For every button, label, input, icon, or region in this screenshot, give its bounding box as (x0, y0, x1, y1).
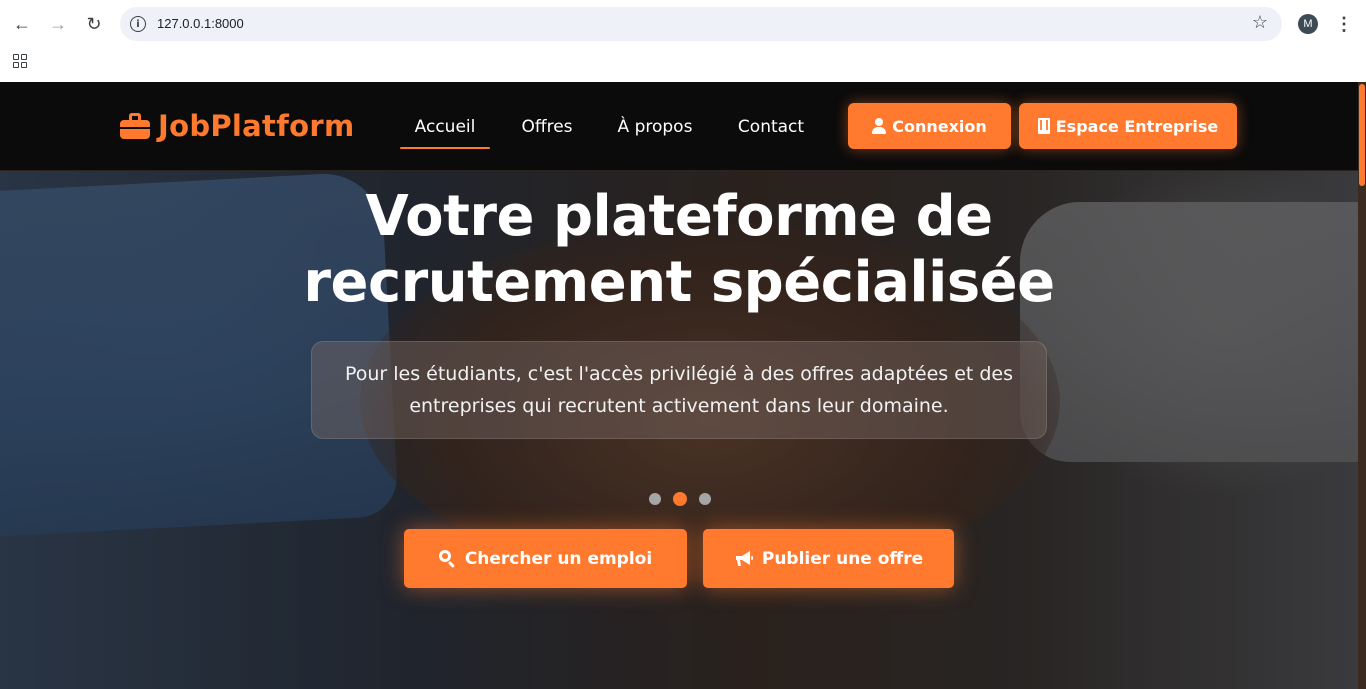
carousel-dot-3[interactable] (699, 493, 711, 505)
scrollbar-thumb[interactable] (1359, 84, 1365, 186)
url-text[interactable]: 127.0.0.1:8000 (157, 16, 244, 31)
address-bar[interactable]: i 127.0.0.1:8000 ☆ (120, 7, 1282, 41)
company-space-button-label: Espace Entreprise (1055, 116, 1219, 136)
hero-subtitle-box: Pour les étudiants, c'est l'accès privil… (311, 341, 1047, 439)
company-space-button[interactable]: Espace Entreprise (1019, 103, 1237, 149)
nav-links: Accueil Offres À propos Contact (400, 82, 836, 171)
site-info-icon[interactable]: i (130, 16, 146, 32)
reload-icon[interactable]: ↻ (82, 12, 106, 36)
site-navbar: JobPlatform Accueil Offres À propos Cont… (0, 82, 1358, 171)
kebab-menu-icon[interactable]: ⋮ (1334, 12, 1354, 36)
hero-title: Votre plateforme de recrutement spéciali… (200, 184, 1158, 316)
hero-subtitle-line2: entreprises qui recrutent activement dan… (409, 395, 949, 417)
search-icon (438, 549, 457, 568)
forward-icon[interactable]: → (46, 12, 70, 36)
profile-avatar[interactable]: M (1298, 14, 1318, 34)
nav-link-offres[interactable]: Offres (490, 82, 604, 171)
page-scrollbar[interactable] (1358, 82, 1366, 689)
login-button[interactable]: Connexion (848, 103, 1011, 149)
apps-grid-icon[interactable] (13, 54, 27, 68)
search-job-button-label: Chercher un emploi (464, 548, 653, 569)
hero-title-line2: recrutement spécialisée (303, 250, 1055, 315)
login-button-label: Connexion (892, 116, 987, 136)
browser-chrome: ← → ↻ i 127.0.0.1:8000 ☆ M ⋮ (0, 0, 1366, 82)
nav-link-accueil[interactable]: Accueil (400, 82, 490, 171)
bookmark-star-icon[interactable]: ☆ (1252, 12, 1268, 33)
brand-name: JobPlatform (158, 109, 355, 143)
brand-logo[interactable]: JobPlatform (120, 108, 354, 144)
search-job-button[interactable]: Chercher un emploi (404, 529, 687, 588)
building-icon (1037, 118, 1050, 134)
publish-offer-button[interactable]: Publier une offre (703, 529, 954, 588)
browser-toolbar: ← → ↻ i 127.0.0.1:8000 ☆ M ⋮ (0, 0, 1366, 48)
nav-link-a-propos[interactable]: À propos (604, 82, 706, 171)
briefcase-icon (120, 113, 150, 139)
user-icon (872, 118, 887, 134)
hero-subtitle: Pour les étudiants, c'est l'accès privil… (345, 358, 1013, 422)
nav-link-contact[interactable]: Contact (706, 82, 836, 171)
carousel-indicators (649, 492, 711, 506)
megaphone-icon (735, 550, 753, 566)
page-viewport: JobPlatform Accueil Offres À propos Cont… (0, 82, 1366, 689)
hero-title-line1: Votre plateforme de (365, 184, 993, 249)
carousel-dot-1[interactable] (649, 493, 661, 505)
back-icon[interactable]: ← (10, 12, 34, 36)
publish-offer-button-label: Publier une offre (761, 548, 924, 569)
hero-subtitle-line1: Pour les étudiants, c'est l'accès privil… (344, 363, 1014, 385)
carousel-dot-2[interactable] (673, 492, 687, 506)
